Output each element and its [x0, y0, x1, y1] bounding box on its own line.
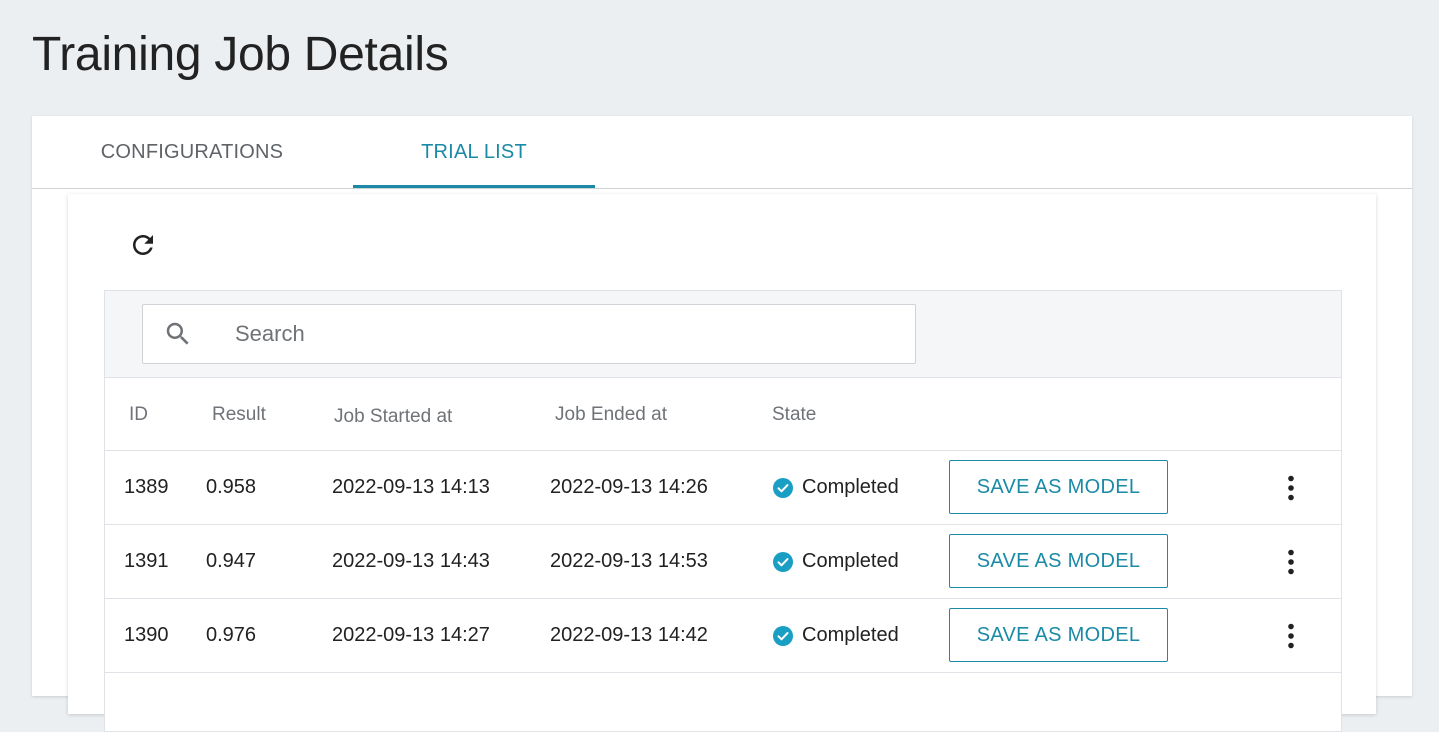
trial-result: 0.947 — [206, 550, 257, 572]
page-title: Training Job Details — [32, 28, 449, 81]
table-row: 1389 0.958 2022-09-13 14:13 2022-09-13 1… — [105, 451, 1341, 525]
check-circle-icon — [773, 625, 793, 646]
more-vertical-icon — [1288, 623, 1294, 649]
trial-ended-at: 2022-09-13 14:26 — [550, 476, 708, 498]
trial-state: Completed — [773, 599, 899, 672]
trial-list-panel: ID Result Job Started at Job Ended at St… — [68, 194, 1376, 732]
job-details-card: CONFIGURATIONS TRIAL LIST Search ID Resu… — [32, 116, 1412, 732]
more-options-button[interactable] — [1275, 472, 1307, 504]
trial-ended-at: 2022-09-13 14:42 — [550, 624, 708, 646]
tab-bar: CONFIGURATIONS TRIAL LIST — [32, 116, 1412, 189]
trial-state-label: Completed — [802, 550, 899, 572]
check-circle-icon — [773, 551, 793, 572]
trial-result: 0.976 — [206, 624, 257, 646]
column-header-job-ended[interactable]: Job Ended at — [555, 404, 667, 426]
check-circle-icon — [773, 477, 793, 498]
trial-started-at: 2022-09-13 14:43 — [332, 550, 490, 572]
more-options-button[interactable] — [1275, 546, 1307, 578]
save-as-model-button[interactable]: SAVE AS MODEL — [949, 460, 1168, 514]
trial-state: Completed — [773, 525, 899, 598]
more-options-button[interactable] — [1275, 620, 1307, 652]
trial-result: 0.958 — [206, 476, 257, 498]
tab-trial-list[interactable]: TRIAL LIST — [353, 116, 595, 188]
trial-state-label: Completed — [802, 476, 899, 498]
trial-ended-at: 2022-09-13 14:53 — [550, 550, 708, 572]
table-header: ID Result Job Started at Job Ended at St… — [105, 378, 1341, 451]
refresh-icon — [133, 235, 153, 255]
column-header-id[interactable]: ID — [129, 404, 148, 426]
trial-id: 1390 — [124, 624, 169, 646]
trial-id: 1391 — [124, 550, 169, 572]
trial-started-at: 2022-09-13 14:27 — [332, 624, 490, 646]
table-row: 1391 0.947 2022-09-13 14:43 2022-09-13 1… — [105, 525, 1341, 599]
column-header-result[interactable]: Result — [212, 404, 266, 426]
search-input[interactable] — [233, 320, 877, 348]
trial-state: Completed — [773, 451, 899, 524]
trial-id: 1389 — [124, 476, 169, 498]
search-icon — [163, 319, 193, 349]
more-vertical-icon — [1288, 475, 1294, 501]
column-header-job-started[interactable]: Job Started at — [334, 406, 452, 428]
trial-state-label: Completed — [802, 624, 899, 646]
more-vertical-icon — [1288, 549, 1294, 575]
column-header-state[interactable]: State — [772, 404, 816, 426]
trial-started-at: 2022-09-13 14:13 — [332, 476, 490, 498]
tab-configurations[interactable]: CONFIGURATIONS — [72, 116, 312, 188]
trial-table: ID Result Job Started at Job Ended at St… — [104, 290, 1342, 732]
save-as-model-button[interactable]: SAVE AS MODEL — [949, 608, 1168, 662]
save-as-model-button[interactable]: SAVE AS MODEL — [949, 534, 1168, 588]
table-row: 1390 0.976 2022-09-13 14:27 2022-09-13 1… — [105, 599, 1341, 673]
active-tab-indicator — [353, 185, 595, 188]
table-toolbar — [105, 291, 1341, 378]
search-box[interactable] — [142, 304, 916, 364]
refresh-button[interactable] — [126, 228, 160, 262]
